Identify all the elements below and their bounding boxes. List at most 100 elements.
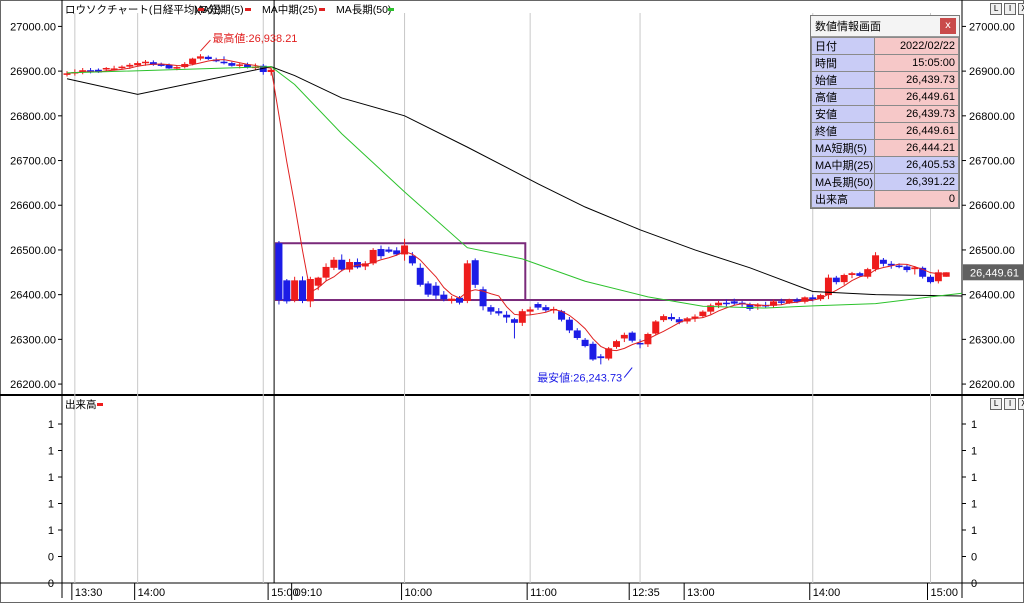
candle-body (283, 280, 291, 302)
volume-pane-title: 出来高 (65, 398, 97, 411)
candle-body (204, 56, 212, 60)
candle-body (872, 255, 880, 270)
candle-body (228, 63, 236, 66)
info-row-value: 26,405.53 (874, 156, 959, 174)
candle-body (895, 265, 903, 268)
info-row: MA中期(25) 26,405.53 (811, 156, 959, 174)
candle-body (809, 297, 817, 300)
info-row-value: 26,449.61 (874, 122, 959, 140)
y-tick-label-left: 26400.00 (10, 290, 56, 302)
info-row-value: 15:05:00 (874, 54, 959, 72)
volume-pane-close-button[interactable]: X (1018, 398, 1024, 410)
candle-body (832, 277, 840, 283)
last-price-label: 26,449.61 (970, 267, 1019, 279)
pane-close-button[interactable]: X (1018, 3, 1024, 15)
candle-body (118, 66, 126, 69)
low-annotation-label: 最安値:26,243.73 (537, 371, 622, 385)
y-tick-label-left: 26900.00 (10, 66, 56, 78)
candle-body (518, 311, 526, 323)
info-row: 終値 26,449.61 (811, 122, 959, 140)
candle-body (385, 249, 393, 252)
candle-body (597, 356, 605, 359)
candle-body (534, 304, 542, 308)
y-tick-label-right: 27000.00 (969, 21, 1015, 33)
candle-body (377, 249, 385, 257)
candle-body (463, 263, 471, 301)
info-row-value: 0 (874, 190, 959, 208)
y-tick-label-left: 26300.00 (10, 334, 56, 346)
x-tick-label: 13:00 (687, 587, 715, 599)
candle-body (722, 302, 730, 305)
candle-body (581, 339, 589, 347)
candle-body (142, 61, 149, 64)
info-panel-close-button[interactable]: x (940, 18, 956, 34)
candle-body (432, 285, 440, 296)
candle-body (628, 332, 636, 341)
info-panel: 数値情報画面 x 日付 2022/02/22 時間 15:05:00 始値 26,439.… (810, 15, 960, 209)
info-table: 日付 2022/02/22 時間 15:05:00 始値 26,439.73 高値 26,44… (811, 37, 959, 208)
candle-body (495, 311, 503, 314)
info-row-key: 出来高 (811, 190, 875, 208)
candle-body (652, 321, 660, 334)
y-tick-label-right: 26500.00 (969, 245, 1015, 257)
candle-body (503, 314, 511, 318)
legend-label: MA長期(50) (336, 4, 391, 16)
y-tick-label-right: 26900.00 (969, 66, 1015, 78)
candle-body (730, 301, 738, 304)
legend-swatch (388, 8, 394, 11)
candle-body (196, 56, 204, 59)
volume-tick-label-right: 1 (971, 525, 977, 537)
y-tick-label-right: 26400.00 (969, 290, 1015, 302)
info-row-key: 高値 (811, 88, 875, 106)
info-row-value: 26,391.22 (874, 173, 959, 191)
info-row-key: MA中期(25) (811, 156, 875, 174)
info-row: MA短期(5) 26,444.21 (811, 139, 959, 157)
volume-tick-label-right: 1 (971, 499, 977, 511)
candle-body (322, 266, 330, 278)
candle-body (330, 259, 338, 268)
candle-body (542, 307, 550, 311)
candle-body (416, 267, 424, 285)
info-row: 高値 26,449.61 (811, 88, 959, 106)
info-row-key: 時間 (811, 54, 875, 72)
x-tick-label: 14:00 (813, 587, 841, 599)
candle-body (102, 67, 110, 70)
volume-tick-label-right: 0 (971, 578, 977, 590)
info-row: 出来高 0 (811, 190, 959, 208)
candle-body (220, 61, 228, 64)
y-tick-label-left: 26600.00 (10, 200, 56, 212)
x-tick-label: 10:00 (405, 587, 433, 599)
candle-body (879, 259, 887, 264)
pane-maximize-button[interactable]: L (990, 3, 1002, 15)
info-panel-title: 数値情報画面 (815, 21, 881, 33)
candle-body (620, 334, 628, 339)
info-row-value: 2022/02/22 (874, 37, 959, 55)
x-tick-label: 11:00 (530, 587, 557, 599)
volume-tick-label-left: 0 (48, 578, 54, 590)
volume-pane-maximize-button[interactable]: L (990, 398, 1002, 410)
candle-body (927, 276, 934, 283)
volume-pane-minimize-button[interactable]: I (1004, 398, 1016, 410)
y-tick-label-right: 26200.00 (969, 379, 1015, 391)
info-panel-header[interactable]: 数値情報画面 x (811, 16, 959, 37)
candle-body (189, 58, 197, 64)
candle-body (699, 311, 707, 317)
volume-tick-label-left: 1 (48, 499, 54, 511)
y-tick-label-right: 26300.00 (969, 334, 1015, 346)
pane-minimize-button[interactable]: I (1004, 3, 1016, 15)
candle-body (299, 280, 306, 301)
x-tick-label: 15:00 (931, 587, 959, 599)
volume-tick-label-left: 1 (48, 525, 54, 537)
candle-body (126, 64, 134, 67)
volume-tick-label-right: 1 (971, 446, 977, 458)
candle-body (565, 319, 573, 331)
y-tick-label-right: 26600.00 (969, 200, 1015, 212)
candle-body (424, 283, 432, 295)
candle-body (589, 343, 597, 360)
candle-body (667, 317, 675, 320)
candle-body (291, 280, 299, 301)
candle-body (573, 330, 581, 339)
volume-tick-label-left: 0 (48, 552, 54, 564)
info-row-value: 26,449.61 (874, 88, 959, 106)
volume-tick-label-right: 1 (971, 419, 977, 431)
